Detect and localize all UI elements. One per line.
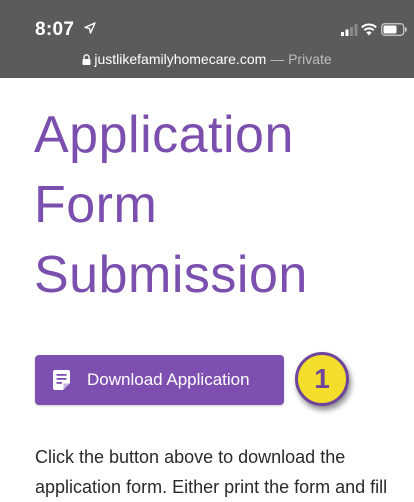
title-line: Form (34, 176, 158, 234)
page-title: Application Form Submission (34, 100, 404, 310)
instructions-line: application form. Either print the form … (35, 477, 388, 497)
wifi-icon (361, 23, 377, 36)
title-line: Application (34, 106, 294, 164)
private-label: — Private (270, 51, 332, 67)
signal-icon (341, 24, 358, 36)
battery-icon (381, 23, 407, 36)
instructions-text: Click the button above to download the a… (35, 442, 410, 502)
lock-icon (82, 54, 91, 65)
instructions-line: Click the button above to download the (35, 447, 346, 467)
status-bar: 8:07 justlikefamilyhomecare.com — Privat… (0, 0, 414, 78)
download-button-label: Download Application (87, 370, 250, 389)
clock-time: 8:07 (35, 19, 75, 40)
download-application-button[interactable]: Download Application (35, 355, 284, 405)
step-number-badge: 1 (295, 352, 349, 406)
document-icon (53, 370, 70, 390)
location-arrow-icon (84, 22, 96, 34)
url-text: justlikefamilyhomecare.com (94, 51, 267, 67)
title-line: Submission (34, 246, 308, 304)
address-bar[interactable]: justlikefamilyhomecare.com — Private (0, 48, 414, 70)
